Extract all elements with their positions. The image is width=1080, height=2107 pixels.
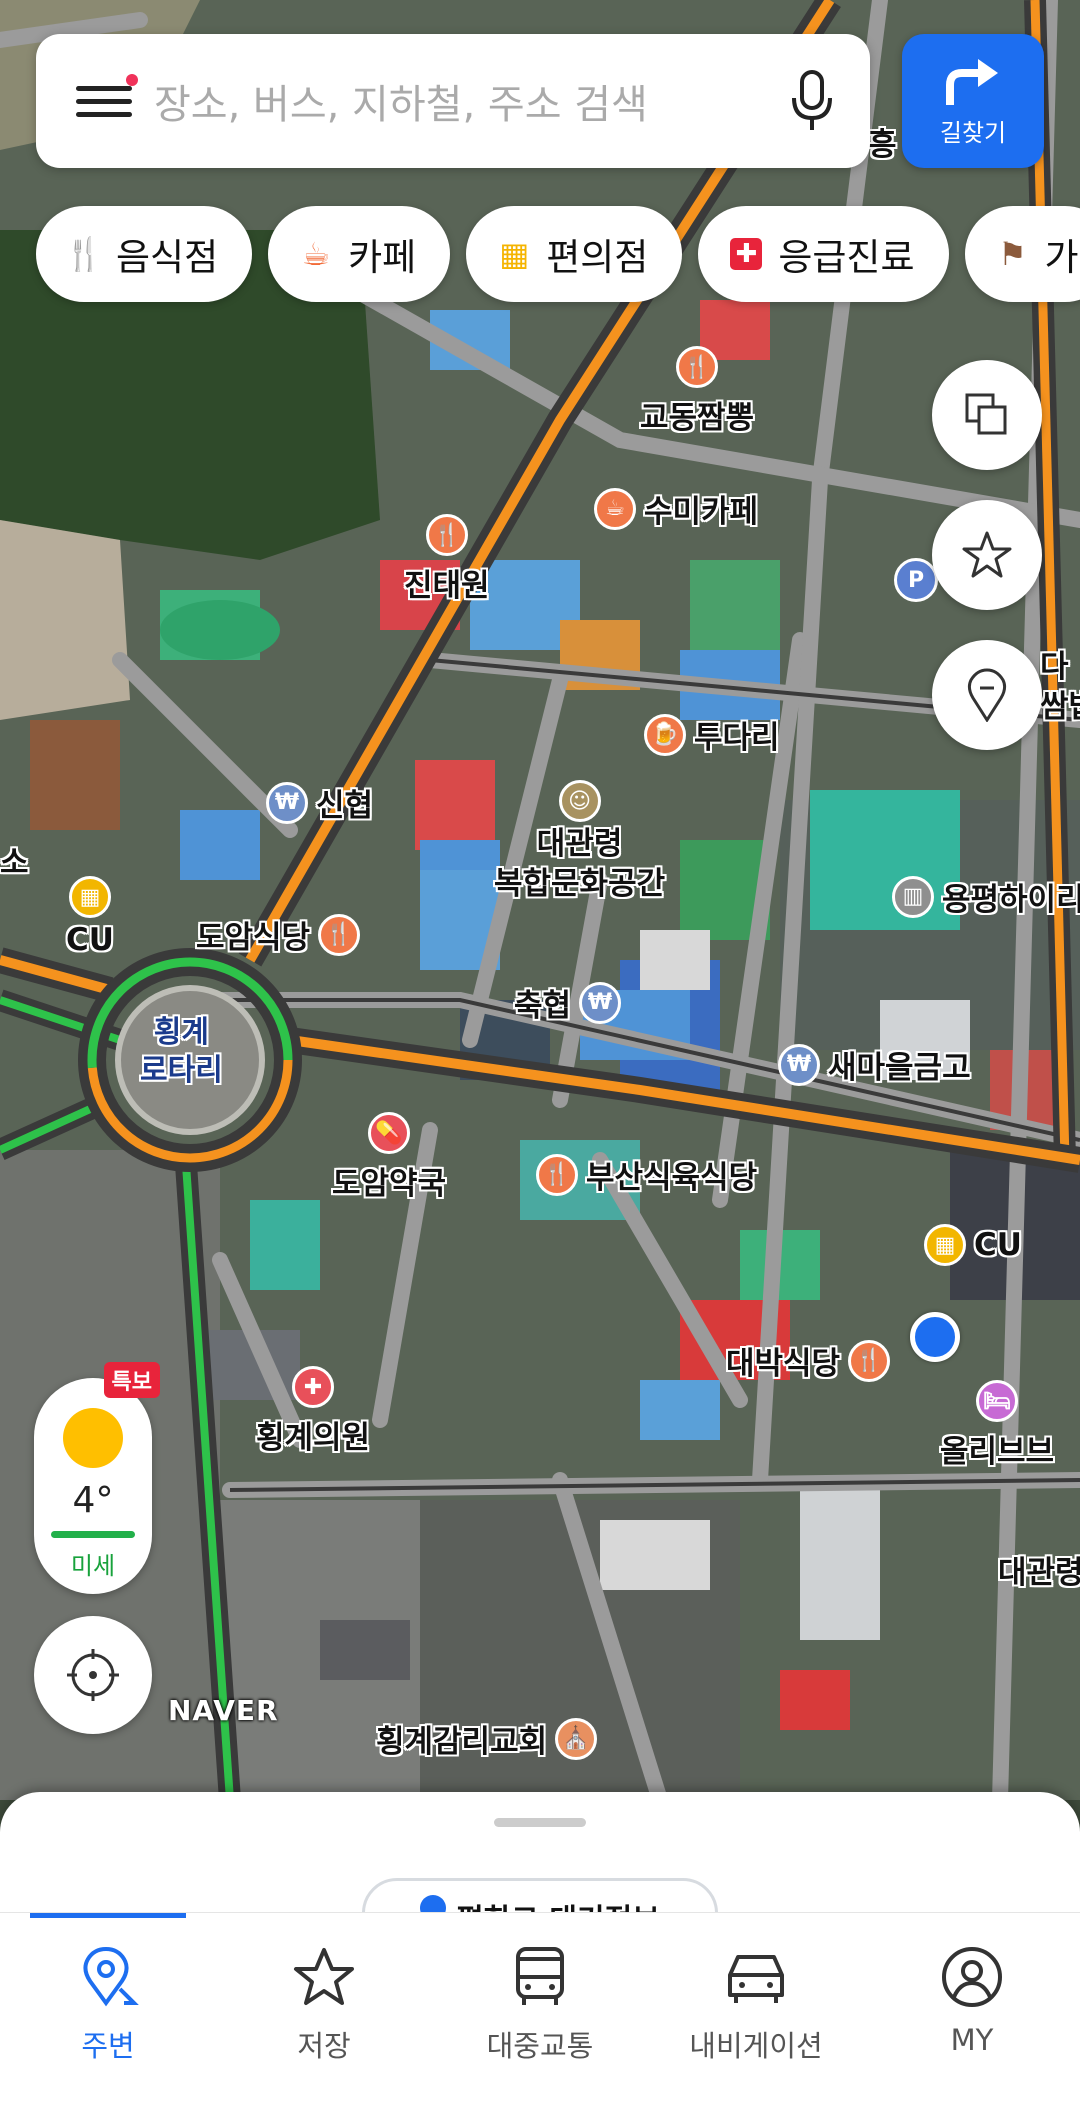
bank-icon: ₩ bbox=[778, 1043, 820, 1086]
bar-icon: 🍺 bbox=[644, 713, 686, 756]
star-icon bbox=[962, 531, 1012, 578]
bottom-sheet[interactable]: 편한그 대기정보 bbox=[0, 1792, 1080, 1912]
nav-nearby[interactable]: 주변 bbox=[0, 1913, 216, 2107]
poi-yongpyeong-hairi[interactable]: ▥ 용평하이리 bbox=[892, 874, 1080, 919]
poi-daegwallyeong-culture[interactable]: ☺ 대관령 복합문화공간 bbox=[494, 780, 665, 904]
poi-chukhyup[interactable]: ₩ 축협 bbox=[514, 980, 622, 1025]
bottom-navigation: 주변 저장 대중교통 내비게이션 MY bbox=[0, 1912, 1080, 2107]
coffee-cup-icon: ☕ bbox=[301, 235, 331, 273]
restaurant-icon: 🍴 bbox=[425, 514, 468, 556]
store-icon: ▦ bbox=[499, 235, 530, 273]
poi-saemaeul-geumgo[interactable]: ₩ 새마을금고 bbox=[778, 1042, 971, 1087]
flag-icon: ⚑ bbox=[998, 235, 1027, 273]
poi-gyodong-jjamppong[interactable]: 🍴 교동짬뽕 bbox=[640, 346, 754, 437]
poi-partial-so[interactable]: 소 bbox=[0, 844, 29, 882]
lodging-icon: 🛏 bbox=[976, 1380, 1019, 1422]
directions-label: 길찾기 bbox=[939, 118, 1007, 147]
naver-logo: NAVER bbox=[168, 1694, 279, 1727]
my-location-button[interactable] bbox=[34, 1616, 152, 1734]
poi-sumi-cafe[interactable]: ☕ 수미카페 bbox=[594, 486, 758, 531]
directions-button[interactable]: 길찾기 bbox=[902, 34, 1044, 168]
menu-icon[interactable] bbox=[76, 73, 138, 125]
chip-emergency[interactable]: ✚ 응급진료 bbox=[698, 206, 949, 302]
nav-saved[interactable]: 저장 bbox=[216, 1913, 432, 2107]
chip-restaurant[interactable]: 🍴 음식점 bbox=[36, 206, 253, 302]
convenience-store-icon: ▦ bbox=[924, 1224, 966, 1266]
star-icon bbox=[294, 1948, 354, 2005]
poi-partial-da[interactable]: 다 bbox=[1040, 648, 1069, 686]
nav-my[interactable]: MY bbox=[864, 1913, 1080, 2107]
culture-icon: ☺ bbox=[558, 780, 601, 822]
layers-icon bbox=[965, 393, 1007, 435]
poi-daegwallyeong-partial[interactable]: 대관령 bbox=[998, 1554, 1080, 1592]
poi-doam-pharmacy[interactable]: 💊 도암약국 bbox=[332, 1112, 446, 1203]
sheet-handle[interactable] bbox=[494, 1818, 586, 1827]
microphone-icon[interactable] bbox=[790, 70, 834, 132]
bus-icon bbox=[516, 1947, 564, 2005]
poi-partial-ssambap[interactable]: 쌈밥 bbox=[1040, 688, 1080, 726]
restaurant-icon: 🍴 bbox=[318, 913, 361, 956]
poi-daebak-sikdang[interactable]: 🍴 대박식당 bbox=[726, 1338, 891, 1383]
fine-dust-label: 미세 bbox=[70, 1552, 116, 1580]
cafe-icon: ☕ bbox=[594, 487, 636, 530]
nav-navigation[interactable]: 내비게이션 bbox=[648, 1913, 864, 2107]
air-quality-bar bbox=[51, 1531, 135, 1538]
crosshair-icon bbox=[67, 1649, 119, 1701]
weather-alert-badge: 특보 bbox=[103, 1362, 160, 1398]
category-chips: 🍴 음식점 ☕ 카페 ▦ 편의점 ✚ 응급진료 ⚑ 가 bbox=[36, 206, 1080, 302]
poi-jintaewon[interactable]: 🍴 진태원 bbox=[404, 514, 490, 605]
pharmacy-icon: 💊 bbox=[368, 1112, 411, 1154]
notification-dot bbox=[126, 73, 138, 86]
nearby-pin-icon bbox=[83, 1946, 139, 2007]
current-location-marker bbox=[910, 1312, 960, 1362]
building-icon: ▥ bbox=[892, 875, 934, 918]
church-icon: ⛪ bbox=[555, 1717, 598, 1760]
poi-shinhyup[interactable]: ₩ 신협 bbox=[266, 780, 373, 825]
profile-icon bbox=[942, 1947, 1002, 2007]
sun-icon bbox=[63, 1408, 123, 1468]
rotary-label: 횡계 로타리 bbox=[140, 1015, 223, 1088]
place-pin-button[interactable] bbox=[932, 640, 1042, 750]
map-layers-button[interactable] bbox=[932, 360, 1042, 470]
chip-convenience-store[interactable]: ▦ 편의점 bbox=[466, 206, 683, 302]
nav-transit[interactable]: 대중교통 bbox=[432, 1913, 648, 2107]
sheet-peek-chip[interactable]: 편한그 대기정보 bbox=[362, 1878, 718, 1912]
info-dot-icon bbox=[420, 1895, 447, 1912]
car-icon bbox=[728, 1955, 784, 2003]
map-pin-icon bbox=[967, 668, 1007, 722]
bank-icon: ₩ bbox=[579, 981, 622, 1024]
poi-olive[interactable]: 🛏 올리브브 bbox=[940, 1380, 1054, 1471]
chip-cafe[interactable]: ☕ 카페 bbox=[268, 206, 451, 302]
poi-cu-left[interactable]: ▦ CU bbox=[66, 876, 114, 958]
poi-cu-right[interactable]: ▦ CU bbox=[924, 1224, 1022, 1266]
restaurant-icon: 🍴 bbox=[848, 1339, 891, 1382]
chip-more[interactable]: ⚑ 가 bbox=[964, 206, 1080, 302]
poi-tudari[interactable]: 🍺 투다리 bbox=[644, 712, 780, 757]
parking-icon[interactable]: P bbox=[894, 558, 938, 602]
medical-cross-icon: ✚ bbox=[728, 236, 764, 272]
search-input[interactable]: 장소, 버스, 지하철, 주소 검색 bbox=[154, 72, 790, 130]
bank-icon: ₩ bbox=[266, 781, 308, 824]
restaurant-icon: 🍴 bbox=[676, 346, 719, 388]
search-bar[interactable]: 장소, 버스, 지하철, 주소 검색 bbox=[36, 34, 870, 168]
poi-hoenggye-church[interactable]: ⛪ 횡계감리교회 bbox=[376, 1716, 598, 1761]
weather-widget[interactable]: 특보 4° 미세 bbox=[34, 1362, 160, 1594]
poi-doam-sikdang[interactable]: 🍴 도암식당 bbox=[196, 912, 361, 957]
turn-right-arrow-icon bbox=[946, 58, 998, 105]
restaurant-icon: 🍴 bbox=[536, 1153, 578, 1196]
poi-hoenggye-clinic[interactable]: ✚ 횡계의원 bbox=[256, 1366, 370, 1457]
temperature: 4° bbox=[72, 1480, 114, 1521]
poi-partial-heung[interactable]: 흥 bbox=[868, 126, 897, 164]
favorites-button[interactable] bbox=[932, 500, 1042, 610]
poi-busan-sikyuk[interactable]: 🍴 부산식육식당 bbox=[536, 1152, 757, 1197]
convenience-store-icon: ▦ bbox=[68, 876, 111, 918]
fork-knife-icon: 🍴 bbox=[64, 235, 104, 273]
hospital-icon: ✚ bbox=[292, 1366, 335, 1408]
